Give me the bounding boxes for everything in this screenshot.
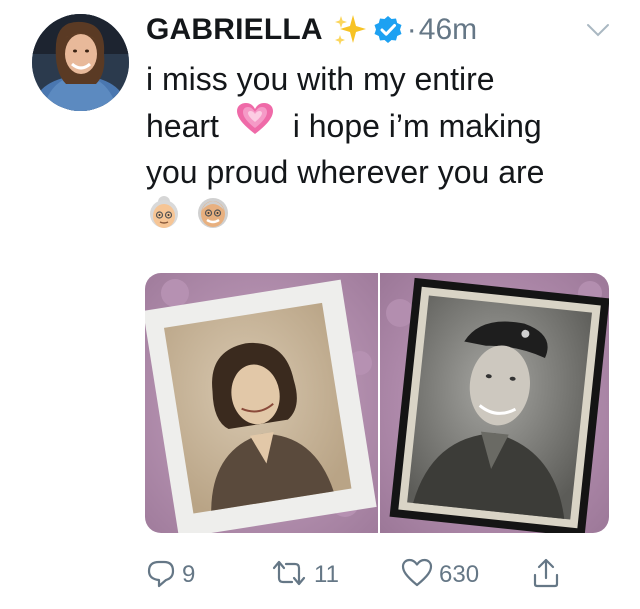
like-count: 630 [439, 561, 480, 588]
author-avatar[interactable] [32, 14, 129, 111]
old-man-emoji [195, 194, 231, 243]
tweet-text-line-3: you proud wherever you are [146, 154, 545, 190]
old-woman-emoji [146, 194, 182, 243]
share-icon [531, 557, 561, 594]
tweet-header: GABRIELLA · 46m [146, 8, 477, 52]
author-display-name[interactable]: GABRIELLA [146, 13, 323, 47]
share-button[interactable] [531, 555, 561, 595]
tweet-media-grid [145, 273, 609, 533]
timestamp-separator: · [406, 13, 417, 46]
reply-count: 9 [182, 561, 196, 588]
verified-badge-icon [373, 15, 403, 45]
tweet-text-line-1: i miss you with my entire [146, 61, 495, 97]
framed-portrait-soldier-photo[interactable] [380, 273, 609, 533]
framed-portrait-woman-photo[interactable] [145, 273, 378, 533]
reply-button[interactable]: 9 [146, 555, 195, 595]
tweet-timestamp[interactable]: 46m [419, 13, 477, 47]
tweet-text-line-2: heart i hope i’m making [146, 102, 616, 150]
tweet-menu-chevron-icon[interactable] [586, 22, 610, 43]
heart-icon [401, 558, 433, 593]
retweet-button[interactable]: 11 [270, 555, 339, 595]
growing-heart-emoji [236, 102, 274, 149]
sparkles-emoji [333, 13, 367, 47]
tweet-text-fragment: heart [146, 107, 219, 144]
avatar-image [32, 14, 129, 111]
tweet-text: i miss you with my entire heart i hope i… [146, 56, 616, 242]
retweet-icon [270, 558, 308, 593]
tweet-text-fragment: i hope i’m making [292, 107, 542, 144]
tweet-actions: 9 11 630 [146, 555, 576, 599]
reply-icon [146, 558, 176, 593]
like-button[interactable]: 630 [401, 555, 479, 595]
tweet-emoji-line [146, 194, 616, 243]
retweet-count: 11 [314, 561, 339, 588]
